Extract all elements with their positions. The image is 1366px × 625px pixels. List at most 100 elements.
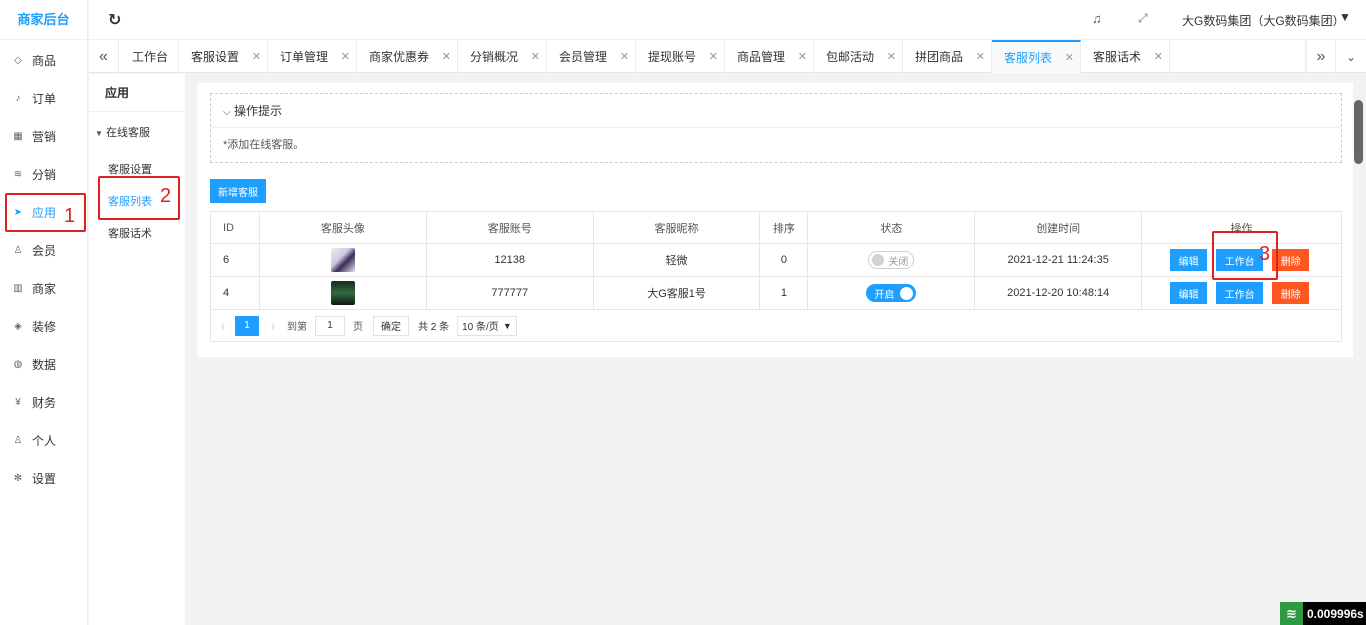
table-header-row: ID 客服头像 客服账号 客服昵称 排序 状态 创建时间 操作 [210, 211, 1342, 244]
goto-page-input[interactable]: 1 [315, 315, 345, 336]
logo: 商家后台 [0, 0, 87, 40]
status-toggle-on[interactable]: 开启 [866, 284, 917, 302]
cell-actions: 编辑 工作台 删除 [1141, 276, 1342, 310]
cell-id: 6 [210, 243, 260, 277]
sidebar-item-goods[interactable]: ◇ 商品 [0, 41, 87, 79]
user-name[interactable]: 大G数码集团（大G数码集团） [1182, 12, 1345, 29]
sidebar-item-settings[interactable]: ✻ 设置 [0, 459, 87, 497]
timer-logo-icon: ≋ [1280, 602, 1303, 625]
tab-goods-manage[interactable]: 商品管理 ✕ [725, 40, 814, 73]
scrollbar-thumb[interactable] [1354, 100, 1363, 164]
tab-distribution-overview[interactable]: 分销概况 ✕ [458, 40, 547, 73]
sidebar-item-orders[interactable]: ♪ 订单 [0, 79, 87, 117]
sidebar-item-label: 个人 [32, 433, 57, 448]
status-toggle-off[interactable]: 关闭 [868, 251, 915, 269]
tab-label: 提现账号 [648, 50, 697, 64]
goto-confirm-button[interactable]: 确定 [373, 315, 409, 336]
close-icon[interactable]: ✕ [442, 50, 451, 63]
sidebar-item-members[interactable]: ♙ 会员 [0, 231, 87, 269]
layers-icon: ≋ [13, 168, 23, 180]
close-icon[interactable]: ✕ [887, 50, 896, 63]
toggle-knob [900, 286, 914, 300]
sidebar-item-merchant[interactable]: ▥ 商家 [0, 269, 87, 307]
chevron-down-icon[interactable]: ▼ [1339, 10, 1351, 24]
cell-created: 2021-12-21 11:24:35 [974, 243, 1143, 277]
annotation-label-1: 1 [64, 205, 76, 227]
sidebar-item-marketing[interactable]: ▦ 营销 [0, 117, 87, 155]
cell-status: 关闭 [807, 243, 976, 277]
cell-account: 12138 [425, 243, 594, 277]
workbench-button[interactable]: 工作台 [1216, 282, 1264, 304]
sidebar-item-finance[interactable]: ¥ 财务 [0, 383, 87, 421]
page-size-select[interactable]: 10 条/页 ▼ [457, 315, 517, 336]
tabs-scroll-left-icon[interactable]: « [89, 40, 119, 73]
col-header-created: 创建时间 [974, 211, 1143, 244]
tab-member-manage[interactable]: 会员管理 ✕ [547, 40, 636, 73]
avatar [330, 248, 355, 272]
sidebar-item-label: 分销 [32, 167, 57, 182]
sidebar-item-label: 会员 [32, 243, 57, 258]
notification-bell-icon[interactable]: ♫ [1092, 11, 1102, 26]
col-header-status: 状态 [807, 211, 976, 244]
close-icon[interactable]: ✕ [1065, 51, 1074, 64]
tab-order-manage[interactable]: 订单管理 ✕ [268, 40, 357, 73]
close-icon[interactable]: ✕ [531, 50, 540, 63]
sidebar-item-personal[interactable]: ♙ 个人 [0, 421, 87, 459]
tabs-menu-chevron-icon[interactable]: ⌄ [1336, 40, 1366, 73]
tab-label: 会员管理 [559, 50, 608, 64]
bell-icon: ♪ [15, 92, 21, 104]
edit-button[interactable]: 编辑 [1170, 282, 1208, 304]
toggle-label: 开启 [874, 289, 895, 301]
grid-icon: ▦ [13, 130, 23, 142]
close-icon[interactable]: ✕ [709, 50, 718, 63]
close-icon[interactable]: ✕ [1154, 50, 1163, 63]
sub-nav-item-cs-scripts[interactable]: 客服话术 [89, 218, 185, 250]
sidebar-item-data[interactable]: ◍ 数据 [0, 345, 87, 383]
tab-label: 工作台 [132, 50, 169, 64]
prev-page-icon[interactable]: ‹ [221, 319, 225, 333]
yen-icon: ¥ [15, 396, 21, 408]
tab-workbench[interactable]: 工作台 [119, 40, 179, 73]
sidebar-item-apps[interactable]: ➤ 应用 1 [0, 193, 87, 232]
tab-label: 商家优惠券 [369, 50, 430, 64]
tips-title: 操作提示 [233, 104, 282, 118]
toggle-label: 关闭 [888, 256, 909, 268]
sub-nav-group-label: 在线客服 [105, 127, 150, 139]
tab-label: 商品管理 [737, 50, 786, 64]
tab-cs-list[interactable]: 客服列表 ✕ [992, 40, 1081, 73]
tips-header[interactable]: ⌵ 操作提示 [211, 94, 1341, 128]
close-icon[interactable]: ✕ [976, 50, 985, 63]
tab-cs-scripts[interactable]: 客服话术 ✕ [1081, 40, 1170, 73]
page-number-current[interactable]: 1 [235, 315, 259, 336]
tab-cs-settings[interactable]: 客服设置 ✕ [179, 40, 268, 73]
cs-table: ID 客服头像 客服账号 客服昵称 排序 状态 创建时间 操作 6 12138 … [210, 211, 1342, 310]
caret-down-icon: ▼ [95, 129, 103, 138]
sub-nav-item-cs-list[interactable]: 客服列表 2 [89, 176, 185, 220]
close-icon[interactable]: ✕ [798, 50, 807, 63]
tab-coupons[interactable]: 商家优惠券 ✕ [357, 40, 458, 73]
tab-free-shipping[interactable]: 包邮活动 ✕ [814, 40, 903, 73]
annotation-label-3: 3 [1259, 243, 1271, 265]
next-page-icon[interactable]: › [271, 319, 275, 333]
tabs-scroll-right-icon[interactable]: » [1306, 40, 1336, 73]
close-icon[interactable]: ✕ [252, 50, 261, 63]
tab-label: 客服话术 [1093, 50, 1142, 64]
sidebar-item-distribution[interactable]: ≋ 分销 [0, 155, 87, 193]
col-header-id: ID [210, 211, 260, 244]
cell-account: 777777 [425, 276, 594, 310]
fullscreen-icon[interactable]: ⤢ [1138, 11, 1148, 26]
tab-withdraw-account[interactable]: 提现账号 ✕ [636, 40, 725, 73]
debug-timer-badge: ≋ 0.009996s [1280, 602, 1366, 625]
close-icon[interactable]: ✕ [341, 50, 350, 63]
sidebar-item-label: 财务 [32, 395, 57, 410]
sub-nav-group-online-cs[interactable]: ▼ 在线客服 [89, 112, 185, 154]
refresh-icon[interactable]: ↻ [108, 10, 121, 30]
edit-button[interactable]: 编辑 [1170, 249, 1208, 271]
sidebar-item-decor[interactable]: ◈ 装修 [0, 307, 87, 345]
total-count: 共 2 条 [418, 322, 450, 333]
tab-group-goods[interactable]: 拼团商品 ✕ [903, 40, 992, 73]
delete-button[interactable]: 删除 [1272, 282, 1310, 304]
add-cs-button[interactable]: 新增客服 [210, 179, 266, 203]
close-icon[interactable]: ✕ [620, 50, 629, 63]
tab-spacer [1170, 40, 1306, 72]
